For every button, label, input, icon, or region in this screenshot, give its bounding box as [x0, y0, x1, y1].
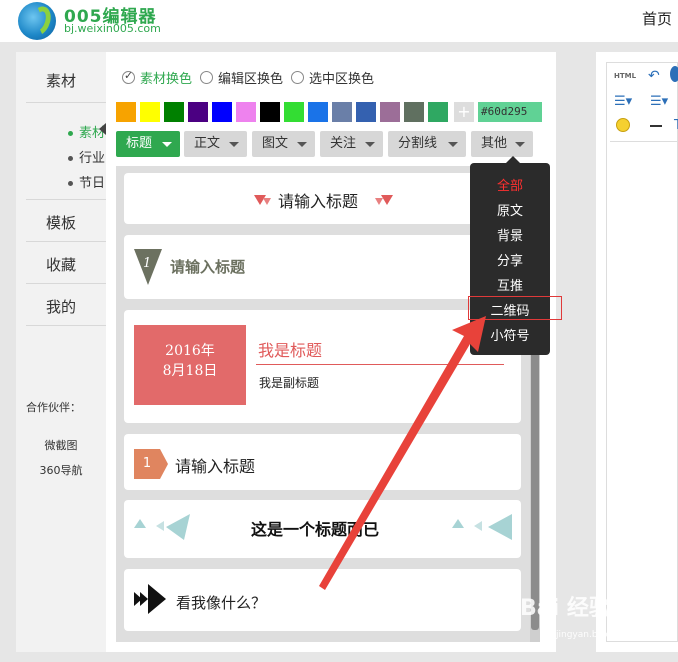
watermark-logo: Bai 经验 [520, 596, 611, 621]
red-arrow-annotation-icon [319, 316, 486, 590]
watermark-url: jingyan.baidu.com [556, 630, 640, 640]
